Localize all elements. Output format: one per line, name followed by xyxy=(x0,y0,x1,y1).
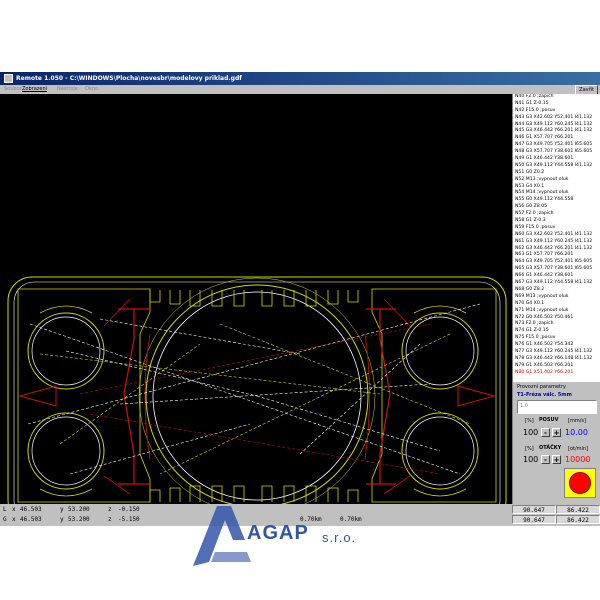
tool-value-field[interactable]: 1.0 xyxy=(517,400,597,414)
l-x-value: 46.503 xyxy=(20,506,42,513)
feed-minus-button[interactable]: - xyxy=(541,428,550,437)
nc-line[interactable]: N68 G0 Z8.2 xyxy=(513,287,600,294)
speed-value: 10000 xyxy=(565,455,591,464)
red-diagonals xyxy=(103,298,411,495)
g-z-value: -5.150 xyxy=(118,516,140,523)
speed-minus-button[interactable]: - xyxy=(541,455,550,464)
speed-percent: 100 xyxy=(523,455,539,464)
nc-line[interactable]: N57 F2.0 ;zapich xyxy=(513,211,600,218)
nc-line[interactable]: N76 G1 X46.502 Y54.342 xyxy=(513,342,600,349)
g-box-2: 86.422 xyxy=(556,515,600,524)
nc-line[interactable]: N49 G1 X46.442 Y38.601 xyxy=(513,156,600,163)
nc-program-list[interactable]: N40 F2.0 ;zapich N41 G1 Z-0.15 N42 F15.0 ;… xyxy=(512,94,600,382)
l-z-value: -0.150 xyxy=(118,506,140,513)
nc-line[interactable]: N69 M13 ;vypnout oluk xyxy=(513,294,600,301)
tool-name: T1-Fréza válc. 5mm xyxy=(517,392,572,398)
g-y-value: 53.200 xyxy=(68,516,90,523)
nc-line[interactable]: N42 F15.0 ;posuv xyxy=(513,108,600,115)
feed-unit: [mm/s] xyxy=(568,418,586,424)
g-x-value: 46.503 xyxy=(20,516,42,523)
nc-line[interactable]: N78 G3 X46.442 Y66.148 I41.132 xyxy=(513,356,600,363)
menu-okno[interactable]: Okno xyxy=(85,85,98,94)
feed-percent: 100 xyxy=(523,428,539,437)
l-y-value: 53.200 xyxy=(68,506,90,513)
circle-top-right-inner xyxy=(405,316,475,386)
speed-label: OTÁČKY xyxy=(539,445,562,451)
toolpath-drawing xyxy=(7,276,507,504)
center-circle-outer xyxy=(145,284,369,504)
nc-line[interactable]: N71 M14 ;vypnout oluk xyxy=(513,308,600,315)
menu-zobrazeni[interactable]: Zobrazení xyxy=(22,85,47,94)
rapid-moves-white xyxy=(27,303,481,475)
outer-contour xyxy=(7,276,507,504)
nc-line[interactable]: N43 G3 X42.602 Y52.401 I41.132 xyxy=(513,115,600,122)
menu-nastroje[interactable]: Nástroje xyxy=(57,85,78,94)
feed-value: 10.00 xyxy=(565,428,588,437)
l-box-2: 86.422 xyxy=(556,505,600,514)
params-title: Provozní parametry xyxy=(517,384,567,390)
toolpath-canvas[interactable] xyxy=(0,94,512,504)
circle-bottom-left xyxy=(27,412,105,490)
rapid-moves-yellow xyxy=(39,323,471,475)
nc-line[interactable]: N67 G3 X49.112 Y44.558 I41.132 xyxy=(513,280,600,287)
circle-top-right xyxy=(401,312,479,390)
nc-line[interactable]: N40 F2.0 ;zapich xyxy=(513,94,600,101)
feed-plus-button[interactable]: + xyxy=(552,428,561,437)
application-window: Remote 1.050 - C:\WINDOWS\Plocha\novesbr… xyxy=(0,72,600,526)
nc-line[interactable]: N70 G4 X0.1 xyxy=(513,301,600,308)
feed-pct-label: [%] xyxy=(525,418,534,424)
logo-suffix: s.r.o. xyxy=(322,530,357,545)
l-box-1: 90.647 xyxy=(512,505,556,514)
nc-line[interactable]: N77 G3 X49.112 Y60.245 I41.132 xyxy=(513,349,600,356)
stop-icon xyxy=(569,472,591,494)
feed-label: POSUV xyxy=(539,417,559,423)
nc-line[interactable]: N50 G3 X49.112 Y44.558 I41.132 xyxy=(513,163,600,170)
menu-soubor[interactable]: Soubor xyxy=(4,85,22,94)
operating-parameters-panel: Provozní parametry T1-Fréza válc. 5mm 1.… xyxy=(512,382,600,504)
nc-line[interactable]: N61 G3 X49.112 Y60.245 I41.132 xyxy=(513,239,600,246)
nc-line[interactable]: N80 G1 X51.402 Y66.201 xyxy=(513,370,600,377)
menu-bar: Soubor Zobrazení Nástroje Okno Zavřít xyxy=(0,85,600,95)
red-h-right xyxy=(366,308,396,485)
speed-plus-button[interactable]: + xyxy=(552,455,561,464)
logo-name: AGAP xyxy=(247,522,309,544)
red-inner-arcs xyxy=(144,333,370,460)
speed-pct-label: [%] xyxy=(525,446,534,452)
nc-line[interactable]: N79 G1 X46.502 Y66.201 xyxy=(513,363,600,370)
right-pocket-outline xyxy=(371,288,497,503)
circle-bottom-left-inner xyxy=(31,416,101,486)
nc-line[interactable]: N58 G1 Z-0.3 xyxy=(513,218,600,225)
nc-line[interactable]: N41 G1 Z-0.15 xyxy=(513,101,600,108)
nc-line[interactable]: N48 G3 X57.707 Y38.601 I65.605 xyxy=(513,149,600,156)
nc-line[interactable]: N51 G0 Z0.2 xyxy=(513,170,600,177)
speed-unit: [ot/min] xyxy=(568,446,589,452)
app-icon xyxy=(4,74,13,83)
nc-line[interactable]: N66 G1 X46.442 Y38.601 xyxy=(513,273,600,280)
g-box-1: 90.647 xyxy=(512,515,556,524)
window-title: Remote 1.050 - C:\WINDOWS\Plocha\novesbr… xyxy=(16,75,242,82)
title-bar: Remote 1.050 - C:\WINDOWS\Plocha\novesbr… xyxy=(0,72,600,85)
nc-line[interactable]: N52 M13 ;vypnout oluk xyxy=(513,177,600,184)
nc-line[interactable]: N59 F15.0 ;posuv xyxy=(513,225,600,232)
stop-button[interactable] xyxy=(564,468,596,498)
nc-line[interactable]: N60 G3 X42.602 Y52.401 I41.132 xyxy=(513,232,600,239)
